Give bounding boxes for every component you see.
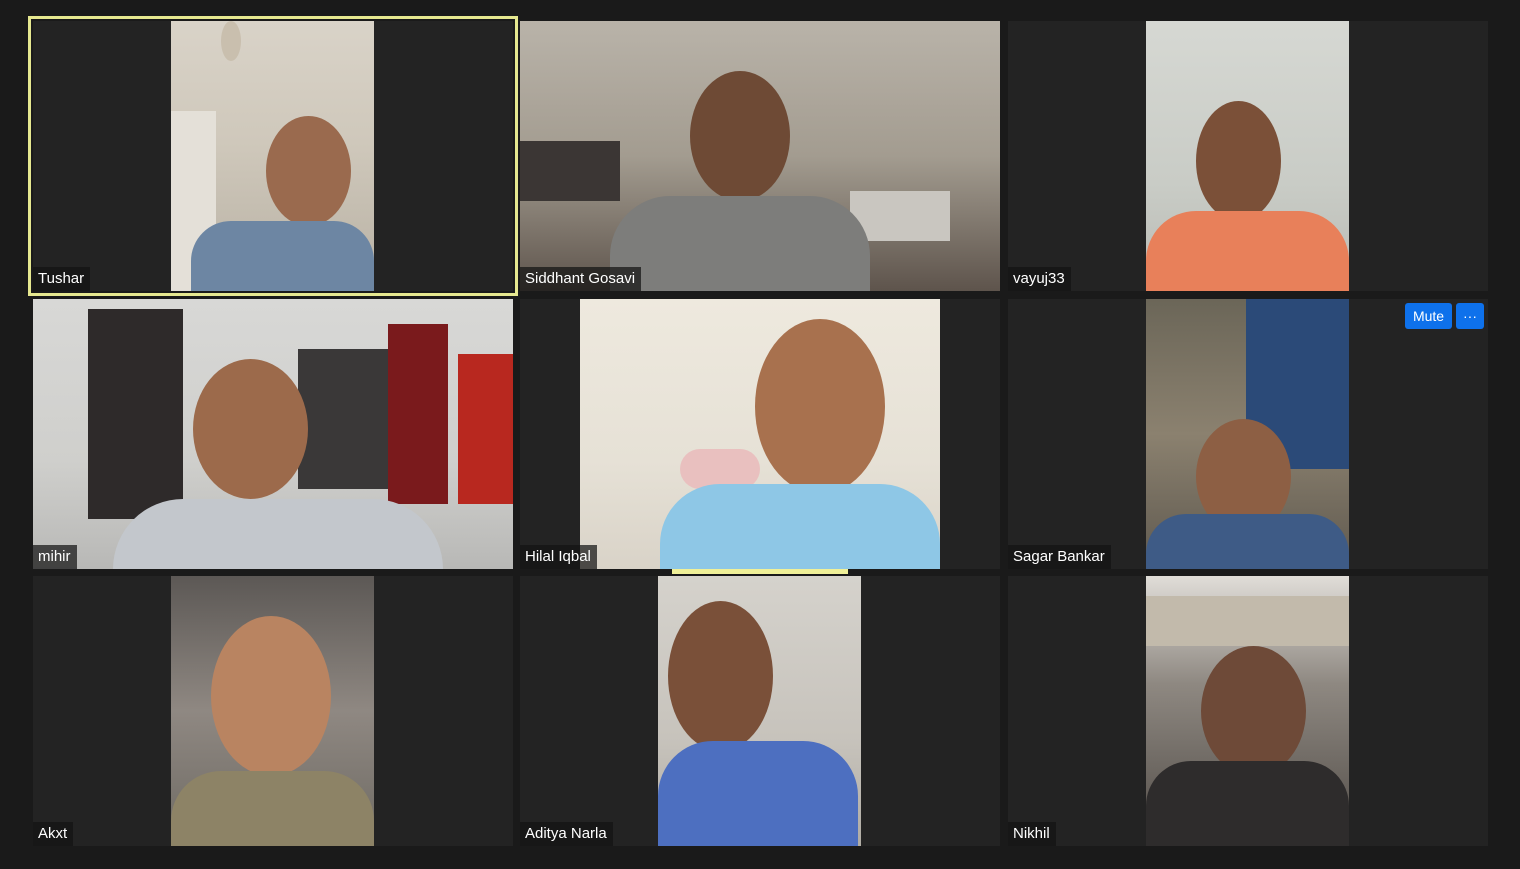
participant-name: vayuj33 [1008,267,1071,291]
more-options-icon[interactable]: ··· [1456,303,1484,329]
video-feed [1146,576,1349,846]
video-feed [33,299,513,569]
video-tile-aditya-narla[interactable]: Aditya Narla [520,576,1000,846]
participant-name: Siddhant Gosavi [520,267,642,291]
participant-name: Aditya Narla [520,822,613,846]
active-speaker-border [28,16,518,296]
participant-name: Hilal Iqbal [520,545,597,569]
mute-button[interactable]: Mute [1405,303,1452,329]
video-tile-nikhil[interactable]: Nikhil [1008,576,1488,846]
video-tile-mihir[interactable]: mihir [33,299,513,569]
video-feed [658,576,861,846]
video-feed [580,299,940,569]
participant-name: mihir [33,545,77,569]
video-tile-akxt[interactable]: Akxt [33,576,513,846]
video-feed [1146,21,1349,291]
video-tile-sagar-bankar[interactable]: Sagar Bankar Mute ··· [1008,299,1488,569]
participant-name: Sagar Bankar [1008,545,1111,569]
speaking-indicator [672,569,848,574]
video-tile-siddhant-gosavi[interactable]: Siddhant Gosavi [520,21,1000,291]
video-tile-vayuj33[interactable]: vayuj33 [1008,21,1488,291]
video-tile-hilal-iqbal[interactable]: Hilal Iqbal [520,299,1000,569]
participant-name: Akxt [33,822,74,846]
participant-name: Nikhil [1008,822,1056,846]
video-feed [171,576,374,846]
video-feed [520,21,1000,291]
video-feed [1146,299,1349,569]
